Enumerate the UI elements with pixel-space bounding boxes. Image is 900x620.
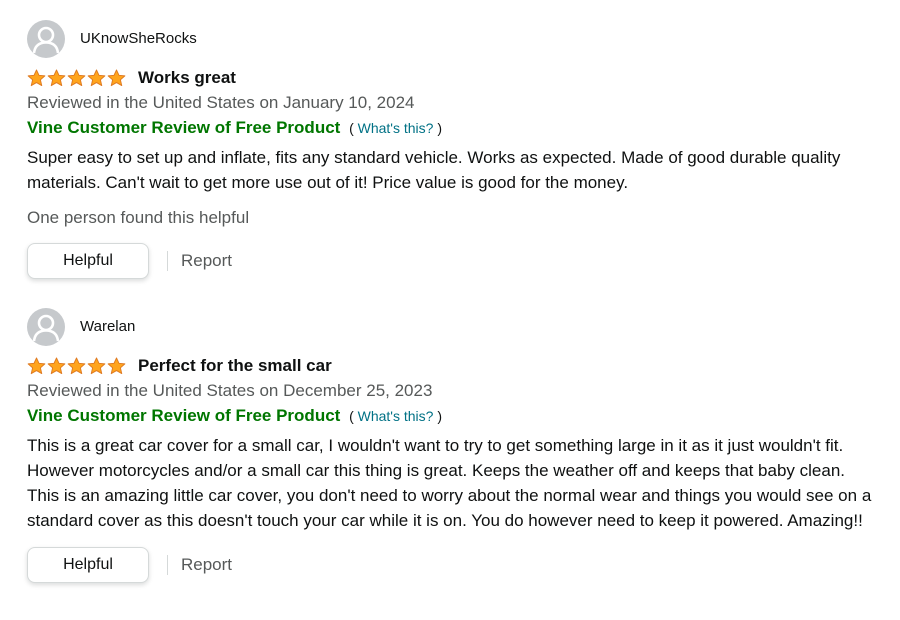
review-body: Super easy to set up and inflate, fits a… [27, 148, 841, 192]
star-icon [47, 69, 66, 87]
star-icon [87, 357, 106, 375]
helpful-button[interactable]: Helpful [27, 243, 149, 279]
whats-this-link[interactable]: What's this? [358, 408, 434, 424]
helpful-button[interactable]: Helpful [27, 547, 149, 583]
review: UKnowSheRocks Works great Reviewed in th… [27, 20, 877, 279]
review-actions: Helpful Report [27, 243, 877, 279]
report-link[interactable]: Report [181, 555, 232, 575]
vine-row: Vine Customer Review of Free Product ( W… [27, 404, 877, 428]
star-icon [67, 69, 86, 87]
review-title[interactable]: Works great [138, 67, 236, 89]
vine-row: Vine Customer Review of Free Product ( W… [27, 116, 877, 140]
reviewer-name[interactable]: UKnowSheRocks [80, 29, 197, 49]
star-icon [107, 69, 126, 87]
star-icon [87, 69, 106, 87]
review: Warelan Perfect for the small car Review… [27, 308, 877, 583]
review-date: Reviewed in the United States on Decembe… [27, 381, 433, 400]
action-divider [167, 555, 168, 575]
reviewer-name[interactable]: Warelan [80, 317, 135, 337]
helpful-count: One person found this helpful [27, 208, 250, 227]
star-icon [107, 357, 126, 375]
default-profile-icon[interactable] [27, 308, 65, 346]
star-rating[interactable] [27, 69, 126, 87]
vine-badge: Vine Customer Review of Free Product [27, 118, 341, 137]
vine-badge: Vine Customer Review of Free Product [27, 406, 341, 425]
action-divider [167, 251, 168, 271]
report-link[interactable]: Report [181, 251, 232, 271]
review-body: This is a great car cover for a small ca… [27, 436, 872, 530]
default-profile-icon[interactable] [27, 20, 65, 58]
reviewer-profile[interactable]: Warelan [27, 308, 877, 346]
star-icon [27, 69, 46, 87]
review-title[interactable]: Perfect for the small car [138, 355, 332, 377]
star-rating[interactable] [27, 357, 126, 375]
reviewer-profile[interactable]: UKnowSheRocks [27, 20, 877, 58]
star-icon [47, 357, 66, 375]
star-icon [67, 357, 86, 375]
review-date: Reviewed in the United States on January… [27, 93, 415, 112]
star-icon [27, 357, 46, 375]
whats-this-link[interactable]: What's this? [358, 120, 434, 136]
whats-this-wrapper: ( What's this? ) [349, 408, 442, 424]
review-actions: Helpful Report [27, 547, 877, 583]
whats-this-wrapper: ( What's this? ) [349, 120, 442, 136]
